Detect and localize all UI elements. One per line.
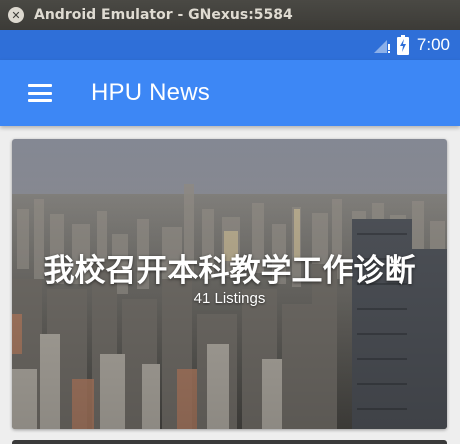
app-title: HPU News [91, 79, 210, 106]
card-title: 我校召开本科教学工作诊断 [43, 253, 416, 289]
status-time: 7:00 [416, 35, 450, 54]
battery-charging-icon [396, 35, 409, 55]
next-card-edge[interactable] [12, 440, 447, 444]
signal-icon [373, 40, 390, 53]
card-subtitle: 41 Listings [193, 290, 266, 307]
window-close-button[interactable]: ✕ [8, 7, 24, 23]
news-card[interactable]: 我校召开本科教学工作诊断 41 Listings [12, 139, 447, 429]
hamburger-menu-icon[interactable] [28, 84, 52, 102]
close-icon: ✕ [11, 8, 21, 22]
emulator-window-titlebar: ✕ Android Emulator - GNexus:5584 [0, 0, 460, 30]
window-title: Android Emulator - GNexus:5584 [34, 7, 293, 23]
android-status-bar: 7:00 [0, 30, 460, 60]
app-toolbar: HPU News [0, 60, 460, 126]
